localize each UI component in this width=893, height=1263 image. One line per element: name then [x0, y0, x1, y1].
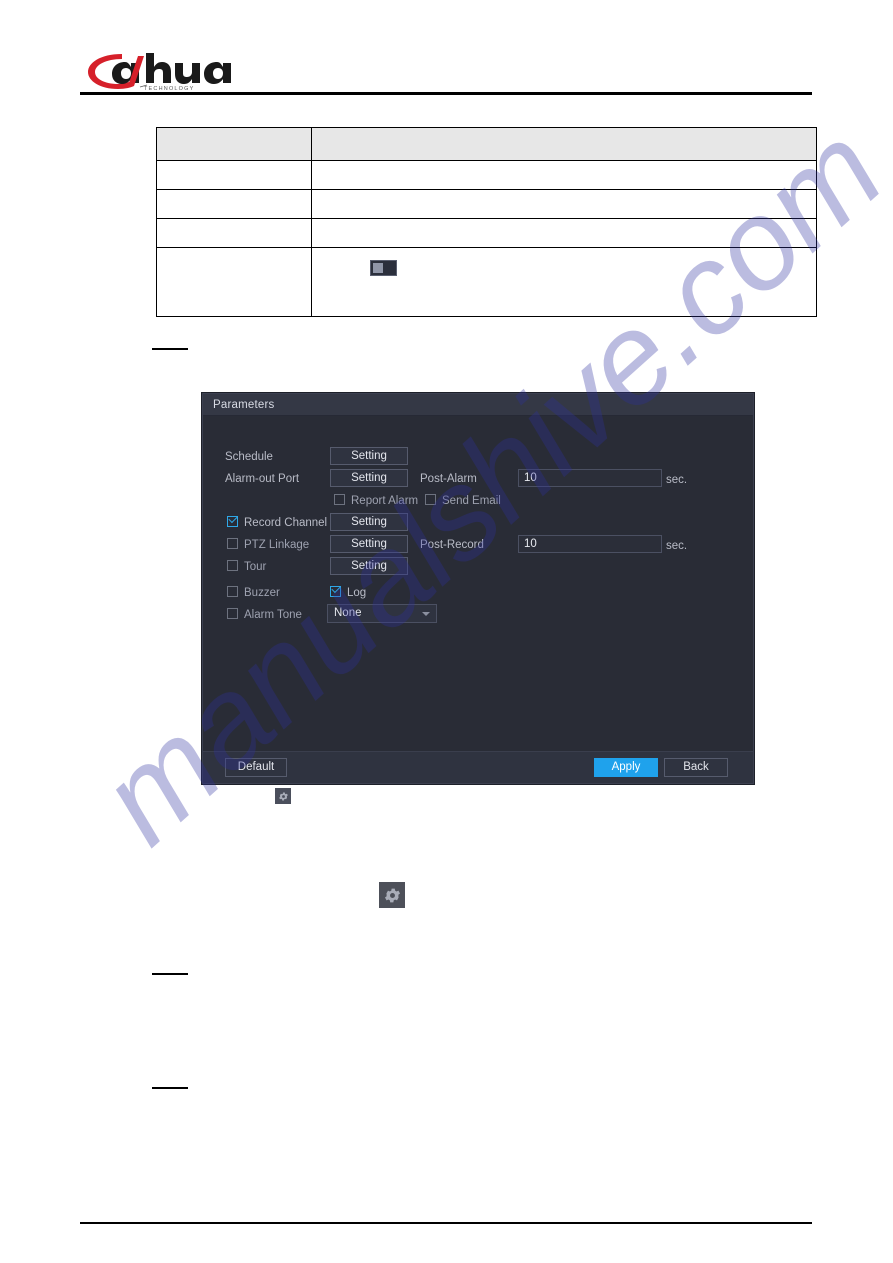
- post-alarm-input[interactable]: 10: [518, 469, 662, 487]
- report-alarm-checkbox[interactable]: [334, 494, 345, 505]
- schedule-setting-button[interactable]: Setting: [330, 447, 408, 465]
- row-name-text: [157, 248, 311, 316]
- buzzer-checkbox[interactable]: [227, 586, 238, 597]
- post-record-label: Post-Record: [420, 539, 484, 551]
- table-cell-name: [156, 218, 312, 248]
- report-alarm-label: Report Alarm: [351, 495, 419, 507]
- post-alarm-unit: sec.: [666, 474, 688, 486]
- table-row: [156, 189, 817, 219]
- table-cell-description: [311, 218, 817, 248]
- parameters-dialog: Parameters Schedule Setting Alarm-out Po…: [202, 393, 754, 784]
- dialog-title: Parameters: [203, 394, 753, 416]
- table-header-cell-name: [156, 127, 312, 161]
- buzzer-label: Buzzer: [244, 587, 280, 599]
- header-divider: [80, 92, 812, 95]
- row-name-text: [157, 190, 311, 218]
- apply-button[interactable]: Apply: [594, 758, 658, 777]
- parameter-description-table: [156, 127, 817, 317]
- ptz-linkage-label: PTZ Linkage: [244, 539, 310, 551]
- section-marker-rule: [152, 1087, 188, 1089]
- toggle-switch-icon: [370, 260, 397, 276]
- alarm-tone-selected-value: None: [334, 607, 362, 619]
- alarm-tone-label: Alarm Tone: [244, 609, 302, 621]
- alarm-tone-checkbox[interactable]: [227, 608, 238, 619]
- table-header-row: [156, 127, 817, 161]
- log-label: Log: [347, 587, 367, 599]
- gear-icon: [379, 882, 405, 908]
- row-description-with-icon: [312, 248, 816, 316]
- back-button[interactable]: Back: [664, 758, 728, 777]
- dialog-body: Schedule Setting Alarm-out Port Setting …: [203, 416, 753, 751]
- record-channel-setting-button[interactable]: Setting: [330, 513, 408, 531]
- row-description-text: [312, 219, 816, 247]
- document-page: TECHNOLOGY Parameters Schedule Setting A…: [0, 0, 893, 1263]
- section-marker-rule: [152, 348, 188, 350]
- post-record-unit: sec.: [666, 540, 688, 552]
- gear-icon: [275, 788, 291, 804]
- table-cell-description: [311, 247, 817, 317]
- table-row: [156, 160, 817, 190]
- section-marker-rule: [152, 973, 188, 975]
- default-button[interactable]: Default: [225, 758, 287, 777]
- row-description-text: [312, 161, 816, 189]
- send-email-checkbox[interactable]: [425, 494, 436, 505]
- post-alarm-label: Post-Alarm: [420, 473, 477, 485]
- tour-label: Tour: [244, 561, 267, 573]
- alarm-tone-select[interactable]: None: [327, 604, 437, 623]
- dahua-logo: TECHNOLOGY: [84, 48, 274, 92]
- alarm-out-port-setting-button[interactable]: Setting: [330, 469, 408, 487]
- footer-divider: [80, 1222, 812, 1224]
- alarm-out-port-label: Alarm-out Port: [225, 473, 300, 485]
- row-name-text: [157, 161, 311, 189]
- table-cell-description: [311, 160, 817, 190]
- table-cell-name: [156, 189, 312, 219]
- dialog-footer: Default Apply Back: [203, 751, 753, 783]
- record-channel-checkbox[interactable]: [227, 516, 238, 527]
- table-cell-description: [311, 189, 817, 219]
- post-record-input[interactable]: 10: [518, 535, 662, 553]
- send-email-label: Send Email: [442, 495, 501, 507]
- table-row: [156, 247, 817, 317]
- row-description-text: [312, 190, 816, 218]
- table-cell-name: [156, 160, 312, 190]
- page-header: TECHNOLOGY: [80, 40, 812, 100]
- chevron-down-icon: [422, 612, 430, 616]
- table-header-cell-description: [311, 127, 817, 161]
- table-row: [156, 218, 817, 248]
- record-channel-label: Record Channel: [244, 517, 328, 529]
- tour-setting-button[interactable]: Setting: [330, 557, 408, 575]
- ptz-linkage-checkbox[interactable]: [227, 538, 238, 549]
- schedule-label: Schedule: [225, 451, 273, 463]
- header-name-text: [157, 128, 311, 160]
- row-name-text: [157, 219, 311, 247]
- tour-checkbox[interactable]: [227, 560, 238, 571]
- table-cell-name: [156, 247, 312, 317]
- log-checkbox[interactable]: [330, 586, 341, 597]
- header-description-text: [312, 128, 816, 160]
- ptz-linkage-setting-button[interactable]: Setting: [330, 535, 408, 553]
